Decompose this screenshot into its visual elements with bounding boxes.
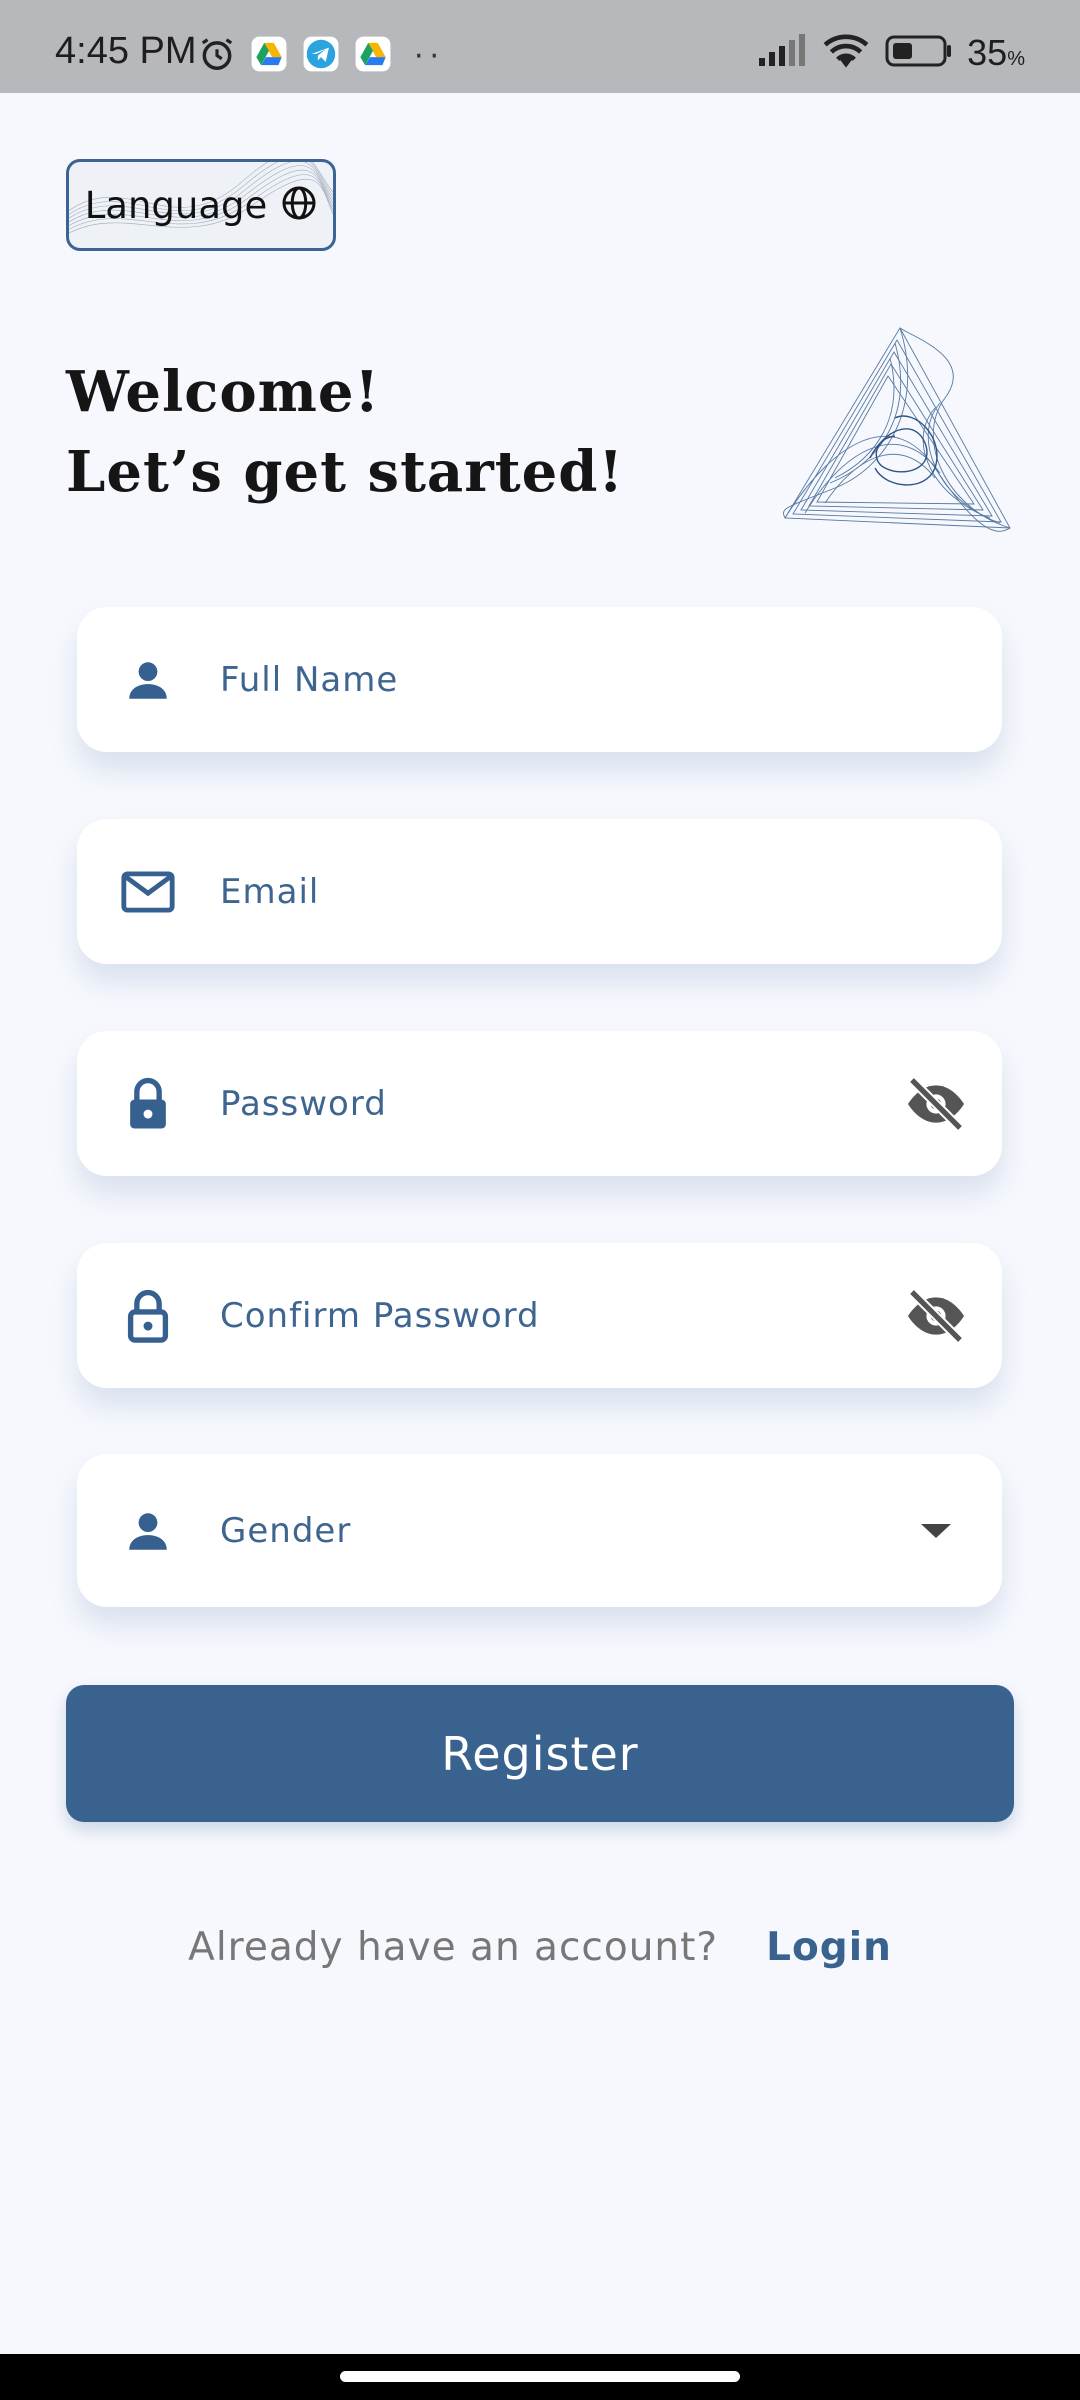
alarm-icon	[198, 35, 236, 77]
lock-outline-icon	[117, 1285, 179, 1347]
gender-select[interactable]: Gender	[77, 1454, 1002, 1607]
system-icons: 35%	[757, 32, 1025, 74]
login-prompt: Already have an account? Login	[0, 1925, 1080, 1970]
full-name-field[interactable]	[77, 607, 1002, 752]
welcome-heading: Welcome! Let’s get started!	[66, 352, 624, 512]
email-input[interactable]	[220, 819, 860, 964]
drive-icon	[250, 35, 288, 77]
visibility-off-icon[interactable]	[900, 1068, 972, 1140]
confirm-password-input[interactable]	[220, 1243, 860, 1388]
get-started-line: Let’s get started!	[66, 439, 624, 505]
battery-unit: %	[1007, 48, 1025, 70]
app-logo	[783, 327, 1011, 532]
register-button[interactable]: Register	[66, 1685, 1014, 1822]
visibility-off-icon[interactable]	[900, 1280, 972, 1352]
wifi-icon	[821, 32, 871, 74]
status-bar: 4:45 PM ·· 35%	[0, 0, 1080, 93]
more-notifications: ··	[414, 38, 446, 74]
password-field[interactable]	[77, 1031, 1002, 1176]
person-icon	[117, 649, 179, 711]
signal-icon	[757, 34, 807, 72]
dropdown-arrow-icon[interactable]	[900, 1495, 972, 1567]
notification-icons: ··	[198, 35, 445, 77]
email-field[interactable]	[77, 819, 1002, 964]
battery-icon	[885, 33, 953, 73]
status-time: 4:45 PM	[55, 30, 197, 72]
full-name-input[interactable]	[220, 607, 860, 752]
person-icon	[117, 1500, 179, 1562]
password-input[interactable]	[220, 1031, 860, 1176]
gender-label: Gender	[220, 1510, 352, 1551]
lock-icon	[117, 1073, 179, 1135]
language-button[interactable]: Language	[66, 159, 336, 251]
mail-icon	[117, 861, 179, 923]
login-link[interactable]: Login	[766, 1925, 892, 1970]
battery-level: 35%	[967, 32, 1025, 74]
home-indicator[interactable]	[340, 2371, 740, 2382]
login-question: Already have an account?	[188, 1925, 719, 1970]
language-label: Language	[84, 183, 268, 227]
drive-icon	[354, 35, 392, 77]
battery-value: 35	[967, 32, 1008, 73]
telegram-icon	[302, 35, 340, 77]
welcome-line: Welcome!	[66, 359, 381, 425]
globe-icon	[281, 185, 317, 225]
confirm-password-field[interactable]	[77, 1243, 1002, 1388]
navigation-bar	[0, 2354, 1080, 2400]
